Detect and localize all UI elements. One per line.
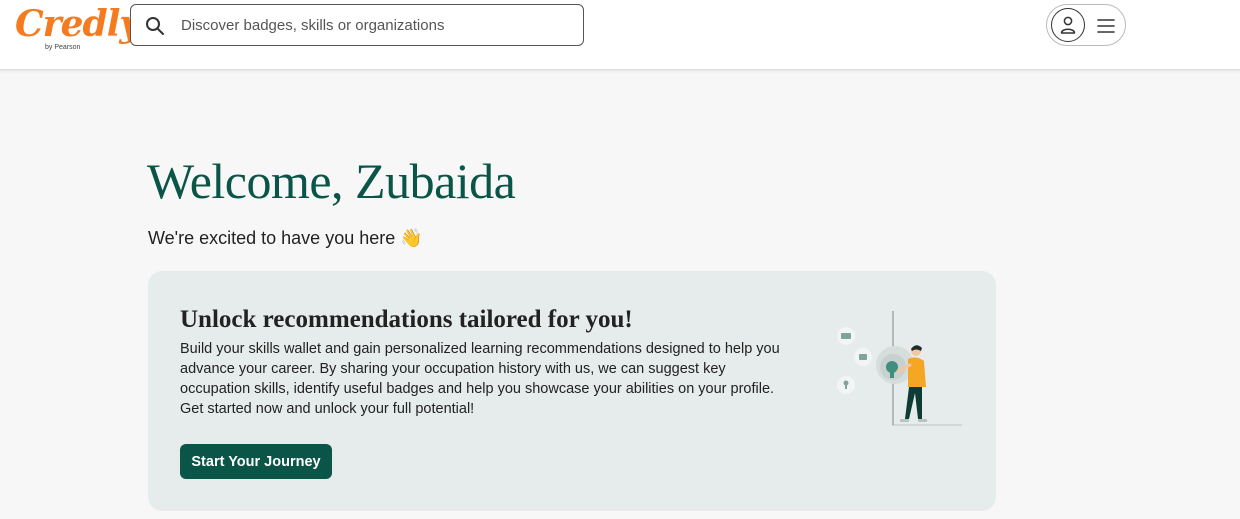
credly-logo[interactable]: Credly by Pearson [15,2,140,58]
logo-wordmark: Credly [15,3,140,45]
search-icon [145,16,165,36]
account-menu-button[interactable] [1046,4,1126,46]
logo-byline: by Pearson [45,44,81,51]
search-input[interactable] [181,5,571,45]
card-description: Build your skills wallet and gain person… [180,341,780,417]
search-bar[interactable] [130,4,584,46]
card-title: Unlock recommendations tailored for you! [180,306,633,333]
start-journey-button[interactable]: Start Your Journey [180,444,332,479]
welcome-subtitle: We're excited to have you here 👋 [148,228,423,248]
recommendations-card: Unlock recommendations tailored for you!… [148,271,996,511]
user-icon[interactable] [1051,8,1085,42]
hamburger-menu-icon[interactable] [1097,18,1115,34]
career-illustration [832,307,972,427]
welcome-heading: Welcome, Zubaida [147,153,516,209]
top-navbar: Credly by Pearson [0,0,1240,70]
